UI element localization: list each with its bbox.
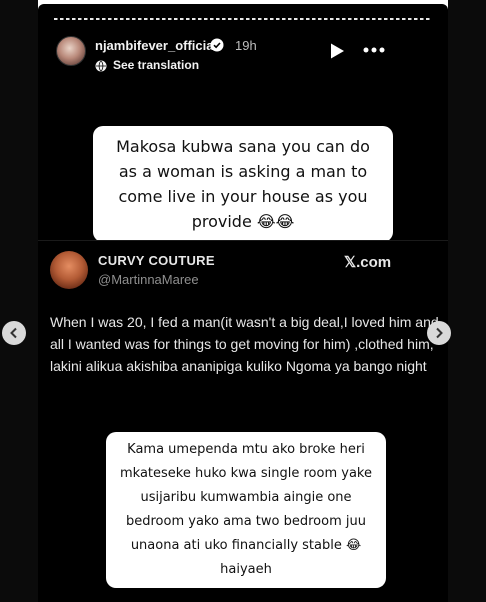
x-brand-label: 𝕏.com	[344, 254, 392, 271]
avatar[interactable]	[56, 36, 86, 66]
see-translation-link[interactable]: See translation	[113, 58, 199, 72]
username[interactable]: njambifever_official	[95, 38, 217, 53]
globe-icon	[95, 60, 107, 72]
embedded-tweet: CURVY COUTURE @MartinnaMaree 𝕏.com When …	[38, 240, 448, 398]
left-gutter	[0, 0, 38, 602]
story-progress-bar	[54, 18, 432, 20]
caption-top: Makosa kubwa sana you can do as a woman …	[93, 126, 393, 242]
tweet-avatar	[50, 251, 88, 289]
more-options-icon[interactable]	[363, 47, 385, 53]
tweet-display-name: CURVY COUTURE	[98, 253, 215, 268]
next-story-button[interactable]	[427, 321, 451, 345]
tweet-handle: @MartinnaMaree	[98, 272, 199, 287]
verified-badge-icon	[210, 38, 224, 52]
previous-story-button[interactable]	[2, 321, 26, 345]
timestamp: 19h	[235, 38, 257, 53]
story-header: njambifever_official 19h See translation	[38, 26, 448, 80]
caption-bottom: Kama umependa mtu ako broke heri mkatese…	[106, 432, 386, 588]
tweet-body: When I was 20, I fed a man(it wasn't a b…	[50, 314, 439, 374]
story-viewer[interactable]: njambifever_official 19h See translation…	[38, 4, 448, 602]
chevron-left-icon	[10, 327, 17, 339]
chevron-right-icon	[436, 327, 443, 339]
right-gutter	[448, 0, 486, 602]
play-icon[interactable]	[329, 42, 345, 60]
